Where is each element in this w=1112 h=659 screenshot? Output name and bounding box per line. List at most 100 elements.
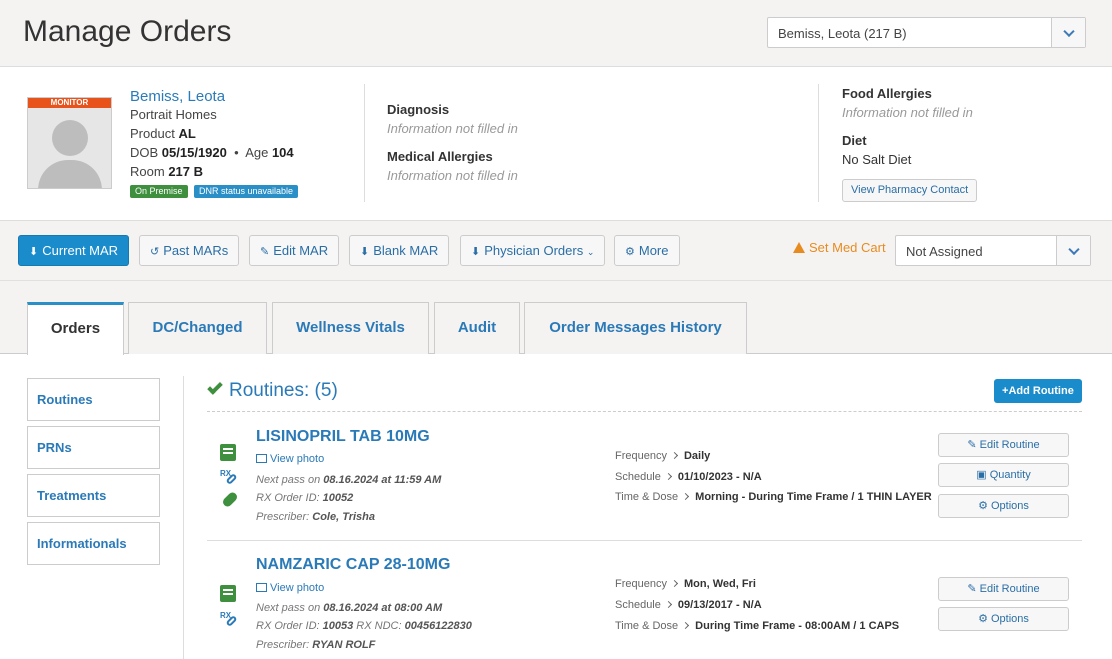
food-allergies-label: Food Allergies (842, 86, 932, 101)
physician-orders-label: Physician Orders (484, 243, 584, 258)
med-cart-select-toggle[interactable] (1056, 236, 1090, 265)
monitor-badge: MONITOR (28, 98, 111, 108)
divider (364, 84, 365, 202)
avatar-icon (52, 120, 88, 156)
page-title: Manage Orders (23, 15, 232, 48)
order-name[interactable]: NAMZARIC CAP 28-10MG (256, 556, 450, 574)
schedule-label: Schedule (615, 471, 661, 483)
prescriber: Prescriber: RYAN ROLF (256, 639, 375, 651)
book-icon (220, 585, 236, 602)
diet-label: Diet (842, 133, 867, 148)
room-label: Room (130, 164, 165, 179)
rx-ndc-value: 00456122830 (404, 620, 472, 632)
edit-routine-button[interactable]: ✎ Edit Routine (938, 433, 1069, 457)
prescriber-label: Prescriber: (256, 511, 310, 523)
sidebar-item-routines[interactable]: Routines (27, 378, 160, 421)
age-label: Age (245, 145, 269, 160)
sidebar-item-treatments[interactable]: Treatments (27, 474, 160, 517)
resident-select[interactable]: Bemiss, Leota (217 B) (767, 17, 1086, 48)
patient-name[interactable]: Bemiss, Leota (130, 88, 225, 105)
tab-orders[interactable]: Orders (27, 302, 124, 355)
diet-value: No Salt Diet (842, 152, 912, 167)
set-med-cart-link[interactable]: Set Med Cart (793, 240, 886, 255)
edit-mar-label: Edit MAR (273, 243, 329, 258)
chevron-down-icon (1067, 243, 1080, 255)
caret-down-icon: ⌄ (586, 247, 595, 257)
book-icon (220, 444, 236, 461)
sidebar-item-informationals[interactable]: Informationals (27, 522, 160, 565)
frequency-row: Frequency Mon, Wed, Fri (615, 578, 756, 590)
sidebar-item-prns[interactable]: PRNs (27, 426, 160, 469)
camera-icon: ▣ (976, 469, 990, 481)
blank-mar-button[interactable]: ⬇ Blank MAR (349, 235, 450, 266)
quantity-button[interactable]: ▣ Quantity (938, 463, 1069, 487)
next-pass-label: Next pass on (256, 602, 321, 614)
med-cart-select[interactable]: Not Assigned (895, 235, 1091, 266)
download-icon: ⬇ (29, 246, 39, 258)
prescriber: Prescriber: Cole, Trisha (256, 511, 375, 523)
status-badge-dnr: DNR status unavailable (194, 185, 299, 198)
list-item: RX NAMZARIC CAP 28-10MG View photo Next … (207, 556, 1082, 656)
order-name[interactable]: LISINOPRIL TAB 10MG (256, 428, 430, 446)
current-mar-button[interactable]: ⬇ Current MAR (18, 235, 130, 266)
time-dose-value: Morning - During Time Frame / 1 THIN LAY… (695, 491, 932, 503)
past-mars-button[interactable]: ↺ Past MARs (139, 235, 240, 266)
view-pharmacy-contact-button[interactable]: View Pharmacy Contact (842, 179, 978, 202)
dob-label: DOB (130, 145, 159, 160)
view-photo-link[interactable]: View photo (256, 582, 324, 594)
prescriber-label: Prescriber: (256, 639, 310, 651)
patient-panel: MONITOR Bemiss, Leota Portrait Homes Pro… (0, 67, 1112, 221)
tab-dc-changed[interactable]: DC/Changed (128, 302, 267, 354)
next-pass-value: 08.16.2024 at 11:59 AM (323, 474, 442, 486)
tab-wellness-vitals[interactable]: Wellness Vitals (272, 302, 429, 354)
divider (207, 540, 1082, 541)
options-button[interactable]: ⚙ Options (938, 607, 1069, 631)
rx-order-id: RX Order ID: 10052 (256, 492, 353, 504)
chevron-right-icon (670, 451, 679, 460)
tab-order-messages-history[interactable]: Order Messages History (524, 302, 747, 354)
schedule-row: Schedule 01/10/2023 - N/A (615, 471, 762, 483)
pencil-icon: ✎ (260, 246, 270, 258)
age-value: 104 (271, 145, 294, 160)
divider (207, 411, 1082, 412)
add-routine-button[interactable]: +Add Routine (994, 379, 1082, 403)
frequency-label: Frequency (615, 578, 667, 590)
edit-mar-button[interactable]: ✎ Edit MAR (249, 235, 340, 266)
page-header: Manage Orders Bemiss, Leota (217 B) (0, 0, 1112, 67)
resident-select-toggle[interactable] (1051, 18, 1085, 47)
next-pass-label: Next pass on (256, 474, 321, 486)
prescriber-value: RYAN ROLF (312, 639, 376, 651)
image-icon (256, 583, 267, 592)
view-photo-link[interactable]: View photo (256, 453, 324, 465)
history-icon: ↺ (150, 246, 160, 258)
next-pass: Next pass on 08.16.2024 at 11:59 AM (256, 474, 441, 486)
rx-order-id-label: RX Order ID: (256, 620, 320, 632)
product-value: AL (178, 126, 196, 141)
patient-facility: Portrait Homes (130, 107, 217, 122)
physician-orders-button[interactable]: ⬇ Physician Orders ⌄ (460, 235, 606, 266)
image-icon (256, 454, 267, 463)
patient-dob: DOB 05/15/1920 • Age 104 (130, 145, 294, 160)
rx-order-id-value: 10053 (322, 620, 354, 632)
time-dose-value: During Time Frame - 08:00AM / 1 CAPS (695, 620, 900, 632)
chevron-right-icon (664, 472, 672, 481)
bullet-separator: • (230, 145, 243, 160)
more-label: More (638, 243, 669, 258)
more-button[interactable]: ⚙ More (614, 235, 680, 266)
divider (818, 84, 819, 202)
warning-icon (793, 242, 805, 253)
time-dose-row: Time & Dose Morning - During Time Frame /… (615, 491, 932, 503)
schedule-value: 09/13/2017 - N/A (677, 599, 762, 611)
add-routine-label: Add Routine (1008, 385, 1074, 397)
edit-routine-button[interactable]: ✎ Edit Routine (938, 577, 1069, 601)
time-dose-label: Time & Dose (615, 620, 679, 632)
next-pass-value: 08.16.2024 at 08:00 AM (323, 602, 443, 614)
frequency-value: Mon, Wed, Fri (683, 578, 756, 590)
medical-allergies-label: Medical Allergies (387, 149, 493, 164)
medical-allergies-value: Information not filled in (387, 168, 518, 183)
rx-order-id: RX Order ID: 10053 RX NDC: 00456122830 (256, 620, 472, 632)
frequency-row: Frequency Daily (615, 450, 710, 462)
next-pass: Next pass on 08.16.2024 at 08:00 AM (256, 602, 442, 614)
tab-audit[interactable]: Audit (434, 302, 520, 354)
options-button[interactable]: ⚙ Options (938, 494, 1069, 518)
